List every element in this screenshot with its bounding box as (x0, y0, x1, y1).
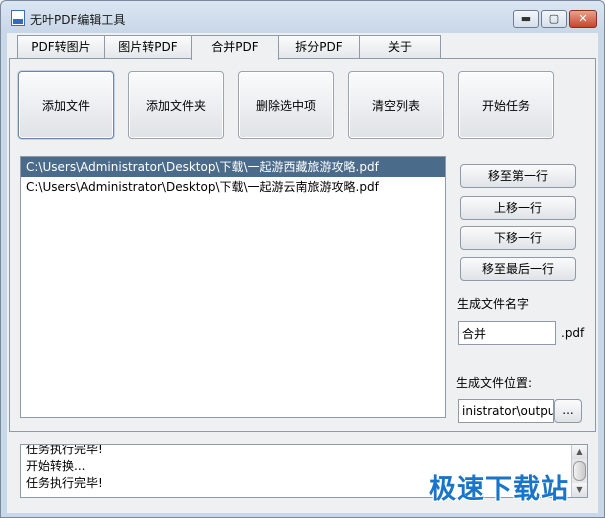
output-name-input[interactable] (458, 321, 556, 345)
tab-bar: PDF转图片 图片转PDF 合并PDF 拆分PDF 关于 (17, 35, 441, 60)
maximize-button[interactable]: ▢ (541, 10, 567, 28)
window-title: 无叶PDF编辑工具 (30, 13, 126, 27)
output-location-label: 生成文件位置: (456, 376, 533, 390)
browse-location-button[interactable]: ... (554, 399, 582, 423)
app-window: 无叶PDF编辑工具 ▬ ▢ ✕ PDF转图片 图片转PDF 合并PDF 拆分PD… (0, 0, 605, 518)
pdf-app-icon (11, 10, 25, 26)
merge-pdf-panel: 添加文件 添加文件夹 删除选中项 清空列表 开始任务 C:\Users\Admi… (9, 58, 596, 432)
scroll-up-arrow-icon[interactable]: ▲ (572, 445, 587, 459)
clear-list-button[interactable]: 清空列表 (348, 71, 444, 139)
scroll-down-arrow-icon[interactable]: ▼ (572, 483, 587, 497)
log-line: 开始转换... (26, 459, 86, 473)
add-folder-button[interactable]: 添加文件夹 (128, 71, 224, 139)
output-location-input[interactable] (458, 399, 554, 423)
tab-about[interactable]: 关于 (359, 35, 441, 59)
watermark-logo: 极速下载站 (429, 474, 569, 505)
start-task-button[interactable]: 开始任务 (458, 71, 554, 139)
window-controls: ▬ ▢ ✕ (513, 10, 597, 28)
close-button[interactable]: ✕ (569, 10, 597, 28)
tab-pdf-to-image[interactable]: PDF转图片 (17, 35, 105, 59)
log-line: 任务执行完毕! (26, 444, 103, 456)
log-lines: 任务执行完毕! 开始转换... 任务执行完毕! (21, 444, 103, 492)
log-scrollbar[interactable]: ▲ ▼ (571, 445, 587, 497)
title-bar[interactable]: 无叶PDF编辑工具 ▬ ▢ ✕ (1, 1, 604, 33)
output-name-label: 生成文件名字 (457, 297, 530, 311)
minimize-button[interactable]: ▬ (513, 10, 539, 28)
output-extension: .pdf (561, 326, 585, 340)
file-list-item[interactable]: C:\Users\Administrator\Desktop\下载\一起游西藏旅… (21, 157, 445, 177)
add-file-button[interactable]: 添加文件 (18, 71, 114, 139)
client-area: PDF转图片 图片转PDF 合并PDF 拆分PDF 关于 添加文件 添加文件夹 … (7, 33, 598, 513)
scroll-thumb[interactable] (573, 461, 586, 481)
file-list-item[interactable]: C:\Users\Administrator\Desktop\下载\一起游云南旅… (21, 177, 445, 197)
move-up-button[interactable]: 上移一行 (460, 196, 576, 220)
file-list[interactable]: C:\Users\Administrator\Desktop\下载\一起游西藏旅… (20, 156, 446, 418)
tab-merge-pdf[interactable]: 合并PDF (191, 35, 279, 60)
tab-image-to-pdf[interactable]: 图片转PDF (104, 35, 192, 59)
move-to-last-button[interactable]: 移至最后一行 (460, 257, 576, 281)
move-down-button[interactable]: 下移一行 (460, 226, 576, 250)
log-line: 任务执行完毕! (26, 476, 103, 490)
move-to-first-button[interactable]: 移至第一行 (460, 164, 576, 188)
tab-split-pdf[interactable]: 拆分PDF (278, 35, 360, 59)
delete-selected-button[interactable]: 删除选中项 (238, 71, 334, 139)
